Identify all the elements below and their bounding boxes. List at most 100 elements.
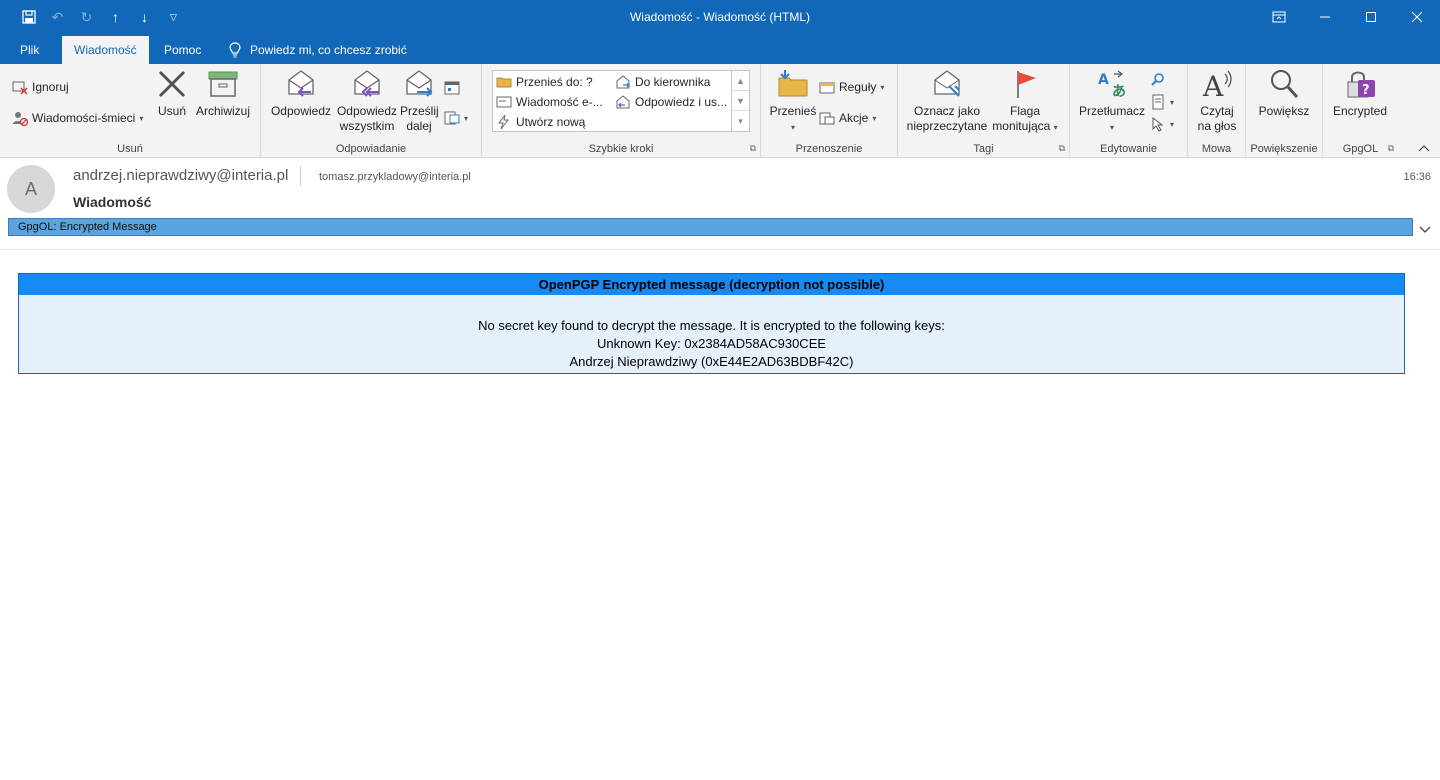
quick-step-reply-delete[interactable]: Odpowiedz i us...: [615, 94, 727, 110]
related-button[interactable]: ▾: [1150, 92, 1174, 112]
meeting-button[interactable]: [444, 78, 460, 98]
delete-button[interactable]: Usuń: [155, 68, 189, 119]
minimize-icon[interactable]: [1302, 0, 1348, 34]
group-tags: Oznacz jako nieprzeczytane Flaga monituj…: [898, 64, 1070, 158]
key-known: Andrzej Nieprawdziwy (0xE44E2AD63BDBF42C…: [569, 354, 854, 369]
dialog-launcher-icon[interactable]: ⧉: [1388, 143, 1394, 154]
collapse-ribbon-icon[interactable]: [1418, 143, 1430, 155]
more-respond-button[interactable]: ▾: [444, 108, 468, 128]
window-controls: [1256, 0, 1440, 34]
ribbon-display-options-icon[interactable]: [1256, 0, 1302, 34]
chevron-down-icon: ▾: [464, 113, 469, 123]
chevron-down-icon: ▾: [880, 82, 885, 92]
reply-all-button[interactable]: Odpowiedz wszystkim: [334, 68, 400, 134]
quick-step-move-to[interactable]: Przenieś do: ?: [496, 74, 593, 90]
encrypted-message-box: OpenPGP Encrypted message (decryption no…: [18, 273, 1405, 374]
gallery-more-icon[interactable]: ▾: [732, 111, 749, 131]
group-label-tags: Tagi: [973, 143, 994, 155]
delete-x-icon: [158, 70, 186, 98]
reply-icon: [288, 70, 314, 97]
select-button[interactable]: ▾: [1150, 114, 1174, 134]
expand-header-icon[interactable]: [1419, 222, 1431, 237]
tell-me-label: Powiedz mi, co chcesz zrobić: [250, 43, 407, 57]
chevron-down-icon: ▾: [1053, 123, 1058, 132]
maximize-icon[interactable]: [1348, 0, 1394, 34]
sender-address[interactable]: andrzej.nieprawdziwy@interia.pl: [73, 167, 288, 184]
read-aloud-icon: A: [1202, 70, 1232, 100]
ribbon: Ignoruj Wiadomości-śmieci ▾ Usuń Archiwi…: [0, 64, 1440, 158]
quick-steps-scroll: ▲ ▼ ▾: [731, 71, 749, 131]
tab-file[interactable]: Plik: [8, 36, 51, 64]
avatar[interactable]: A: [7, 165, 55, 213]
related-icon: [1152, 94, 1164, 110]
folder-icon: [496, 77, 512, 88]
find-icon: [1151, 73, 1164, 86]
group-label-quick-steps: Szybkie kroki: [588, 143, 654, 155]
junk-button[interactable]: Wiadomości-śmieci ▾: [12, 108, 143, 128]
move-button[interactable]: Przenieś ▾: [769, 68, 817, 135]
group-label-speech: Mowa: [1201, 143, 1232, 155]
rules-button[interactable]: Reguły ▾: [819, 77, 884, 97]
group-delete: Ignoruj Wiadomości-śmieci ▾ Usuń Archiwi…: [0, 64, 261, 158]
magnifier-icon: [1271, 70, 1299, 99]
ribbon-tabs: Plik Wiadomość Pomoc Powiedz mi, co chce…: [0, 34, 1440, 64]
chevron-down-icon: ▾: [1170, 119, 1175, 129]
group-label-move: Przenoszenie: [795, 143, 863, 155]
header-divider: [300, 166, 301, 186]
group-label-zoom: Powiększenie: [1250, 143, 1318, 155]
group-label-editing: Edytowanie: [1100, 143, 1157, 155]
rules-icon: [819, 82, 835, 94]
dialog-launcher-icon[interactable]: ⧉: [750, 143, 756, 154]
chevron-down-icon: ▾: [872, 113, 877, 123]
zoom-button[interactable]: Powiększ: [1254, 68, 1314, 119]
encrypted-message-body: No secret key found to decrypt the messa…: [19, 295, 1404, 371]
tell-me-search[interactable]: Powiedz mi, co chcesz zrobić: [228, 36, 407, 64]
encrypted-message-header: OpenPGP Encrypted message (decryption no…: [19, 274, 1404, 295]
flag-icon: [1017, 71, 1036, 98]
scroll-down-icon[interactable]: ▼: [732, 91, 749, 111]
close-icon[interactable]: [1394, 0, 1440, 34]
translate-button[interactable]: Aあ Przetłumacz ▾: [1078, 68, 1146, 135]
gpgol-info-bar[interactable]: GpgOL: Encrypted Message: [8, 218, 1413, 236]
ignore-button[interactable]: Ignoruj: [12, 77, 69, 97]
ignore-icon: [12, 81, 28, 95]
key-unknown: Unknown Key: 0x2384AD58AC930CEE: [596, 336, 827, 351]
tab-message[interactable]: Wiadomość: [62, 36, 149, 64]
reply-button[interactable]: Odpowiedz: [269, 68, 333, 119]
find-button[interactable]: [1150, 70, 1166, 90]
quick-step-to-manager[interactable]: Do kierownika: [615, 74, 710, 90]
group-respond: Odpowiedz Odpowiedz wszystkim Prześlij d…: [261, 64, 482, 158]
email-icon: [496, 96, 512, 108]
group-zoom: Powiększ Powiększenie: [1246, 64, 1323, 158]
archive-button[interactable]: Archiwizuj: [194, 68, 252, 119]
scroll-up-icon[interactable]: ▲: [732, 71, 749, 91]
svg-text:あ: あ: [1112, 84, 1126, 100]
forward-mail-icon: [616, 75, 630, 89]
quick-step-create-new[interactable]: Utwórz nową: [496, 114, 585, 130]
lightning-icon: [498, 114, 510, 130]
group-label-delete: Usuń: [117, 143, 143, 155]
translate-icon: Aあ: [1098, 70, 1126, 100]
cursor-icon: [1152, 116, 1164, 132]
forward-button[interactable]: Prześlij dalej: [400, 68, 439, 134]
reply-all-icon: [354, 70, 380, 97]
group-move: Przenieś ▾ Reguły ▾ Akcje ▾ Przenoszenie: [761, 64, 898, 158]
reply-delete-icon: [616, 95, 630, 109]
recipient-address[interactable]: tomasz.przykladowy@interia.pl: [319, 171, 471, 183]
actions-button[interactable]: Akcje ▾: [819, 108, 876, 128]
message-time: 16:36: [1403, 171, 1431, 183]
dialog-launcher-icon[interactable]: ⧉: [1059, 143, 1065, 154]
mark-unread-button[interactable]: Oznacz jako nieprzeczytane: [906, 68, 988, 134]
tab-help[interactable]: Pomoc: [152, 36, 213, 64]
follow-up-flag-button[interactable]: Flaga monitująca ▾: [990, 68, 1060, 135]
read-aloud-button[interactable]: A Czytaj na głos: [1194, 68, 1240, 134]
archive-icon: [208, 71, 238, 97]
quick-step-email[interactable]: Wiadomość e-...: [496, 94, 603, 110]
chevron-down-icon: ▾: [1109, 123, 1114, 132]
group-gpgol: ? Encrypted GpgOL ⧉: [1323, 64, 1398, 158]
encrypted-button[interactable]: ? Encrypted: [1329, 68, 1391, 119]
title-bar: ↶ ↻ ↑ ↓ ▽ Wiadomość - Wiadomość (HTML): [0, 0, 1440, 34]
chevron-down-icon: ▾: [790, 123, 795, 132]
group-speech: A Czytaj na głos Mowa: [1188, 64, 1246, 158]
actions-icon: [819, 112, 835, 125]
